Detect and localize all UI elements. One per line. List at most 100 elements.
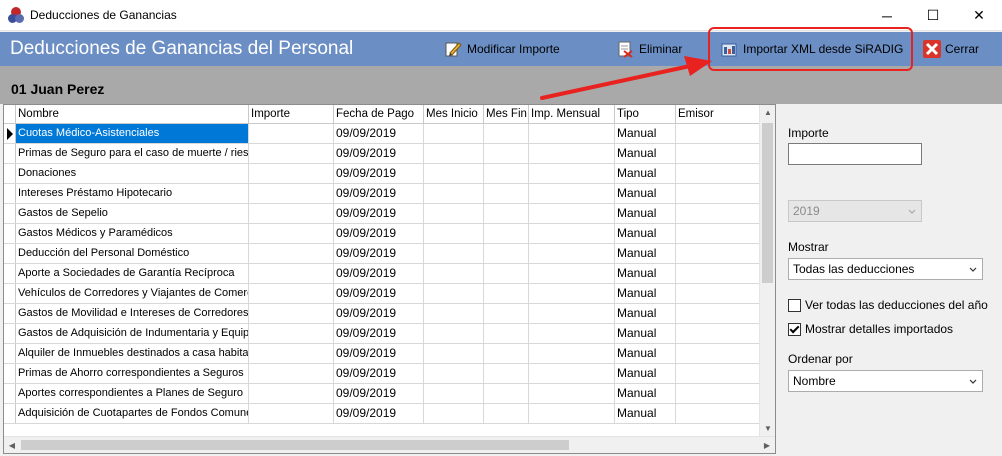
table-row[interactable]: Gastos de Movilidad e Intereses de Corre… — [4, 304, 760, 324]
cell-fecha[interactable]: 09/09/2019 — [334, 244, 424, 263]
cell-tipo[interactable]: Manual — [615, 124, 676, 143]
cell-emisor[interactable] — [676, 264, 760, 283]
cell-mes-inicio[interactable] — [424, 384, 484, 403]
table-row[interactable]: Gastos de Sepelio 09/09/2019 Manual — [4, 204, 760, 224]
cell-imp-mensual[interactable] — [529, 184, 615, 203]
column-header-imp-mensual[interactable]: Imp. Mensual — [529, 105, 615, 124]
table-row[interactable]: Primas de Ahorro correspondientes a Segu… — [4, 364, 760, 384]
cell-importe[interactable] — [249, 404, 334, 423]
horizontal-scrollbar[interactable]: ◀ ▶ — [4, 436, 775, 453]
scroll-down-icon[interactable]: ▼ — [760, 421, 775, 437]
cell-mes-fin[interactable] — [484, 144, 529, 163]
cell-imp-mensual[interactable] — [529, 164, 615, 183]
cell-mes-fin[interactable] — [484, 164, 529, 183]
cell-mes-inicio[interactable] — [424, 344, 484, 363]
cell-mes-fin[interactable] — [484, 304, 529, 323]
cell-emisor[interactable] — [676, 144, 760, 163]
row-header[interactable] — [4, 264, 16, 283]
cell-importe[interactable] — [249, 144, 334, 163]
cell-importe[interactable] — [249, 384, 334, 403]
cell-fecha[interactable]: 09/09/2019 — [334, 144, 424, 163]
column-header-mes-fin[interactable]: Mes Fin — [484, 105, 529, 124]
cell-tipo[interactable]: Manual — [615, 324, 676, 343]
cell-imp-mensual[interactable] — [529, 224, 615, 243]
row-header[interactable] — [4, 224, 16, 243]
cell-nombre[interactable]: Deducción del Personal Doméstico — [16, 244, 249, 263]
row-header[interactable] — [4, 384, 16, 403]
cell-emisor[interactable] — [676, 344, 760, 363]
row-header[interactable] — [4, 244, 16, 263]
vertical-scroll-thumb[interactable] — [762, 123, 773, 283]
cell-mes-inicio[interactable] — [424, 284, 484, 303]
cell-mes-inicio[interactable] — [424, 224, 484, 243]
cell-fecha[interactable]: 09/09/2019 — [334, 284, 424, 303]
cell-tipo[interactable]: Manual — [615, 264, 676, 283]
cell-imp-mensual[interactable] — [529, 304, 615, 323]
cell-mes-inicio[interactable] — [424, 164, 484, 183]
cell-nombre[interactable]: Gastos de Adquisición de Indumentaria y … — [16, 324, 249, 343]
cell-imp-mensual[interactable] — [529, 204, 615, 223]
importe-input[interactable] — [788, 143, 922, 165]
cell-mes-fin[interactable] — [484, 384, 529, 403]
cell-tipo[interactable]: Manual — [615, 404, 676, 423]
cell-imp-mensual[interactable] — [529, 364, 615, 383]
column-header-fecha[interactable]: Fecha de Pago — [334, 105, 424, 124]
cell-fecha[interactable]: 09/09/2019 — [334, 324, 424, 343]
cell-mes-fin[interactable] — [484, 324, 529, 343]
row-header[interactable] — [4, 184, 16, 203]
cell-mes-inicio[interactable] — [424, 244, 484, 263]
scroll-up-icon[interactable]: ▲ — [760, 105, 775, 121]
delete-button[interactable]: Eliminar — [616, 38, 682, 60]
cell-tipo[interactable]: Manual — [615, 224, 676, 243]
cell-fecha[interactable]: 09/09/2019 — [334, 404, 424, 423]
column-header-importe[interactable]: Importe — [249, 105, 334, 124]
cell-mes-fin[interactable] — [484, 344, 529, 363]
column-header-emisor[interactable]: Emisor — [676, 105, 760, 124]
cell-importe[interactable] — [249, 304, 334, 323]
cell-imp-mensual[interactable] — [529, 344, 615, 363]
cell-nombre[interactable]: Donaciones — [16, 164, 249, 183]
cell-importe[interactable] — [249, 184, 334, 203]
cell-nombre[interactable]: Cuotas Médico-Asistenciales — [16, 124, 249, 143]
cell-emisor[interactable] — [676, 304, 760, 323]
cell-mes-inicio[interactable] — [424, 144, 484, 163]
cell-importe[interactable] — [249, 124, 334, 143]
row-header[interactable] — [4, 304, 16, 323]
cell-nombre[interactable]: Aporte a Sociedades de Garantía Recíproc… — [16, 264, 249, 283]
table-row[interactable]: Aportes correspondientes a Planes de Seg… — [4, 384, 760, 404]
cell-fecha[interactable]: 09/09/2019 — [334, 304, 424, 323]
table-row[interactable]: Aporte a Sociedades de Garantía Recíproc… — [4, 264, 760, 284]
row-header[interactable] — [4, 344, 16, 363]
cell-mes-inicio[interactable] — [424, 404, 484, 423]
row-header[interactable] — [4, 124, 16, 143]
cell-imp-mensual[interactable] — [529, 144, 615, 163]
cell-tipo[interactable]: Manual — [615, 384, 676, 403]
cell-nombre[interactable]: Vehículos de Corredores y Viajantes de C… — [16, 284, 249, 303]
cell-nombre[interactable]: Alquiler de Inmuebles destinados a casa … — [16, 344, 249, 363]
cell-tipo[interactable]: Manual — [615, 304, 676, 323]
ordenar-select[interactable]: Nombre — [788, 370, 983, 392]
horizontal-scroll-thumb[interactable] — [21, 440, 569, 450]
cell-fecha[interactable]: 09/09/2019 — [334, 384, 424, 403]
cell-importe[interactable] — [249, 344, 334, 363]
cell-fecha[interactable]: 09/09/2019 — [334, 264, 424, 283]
cell-importe[interactable] — [249, 324, 334, 343]
cell-tipo[interactable]: Manual — [615, 204, 676, 223]
cell-mes-inicio[interactable] — [424, 364, 484, 383]
cell-fecha[interactable]: 09/09/2019 — [334, 364, 424, 383]
cell-importe[interactable] — [249, 264, 334, 283]
cell-imp-mensual[interactable] — [529, 404, 615, 423]
scroll-left-icon[interactable]: ◀ — [4, 437, 20, 453]
cell-importe[interactable] — [249, 164, 334, 183]
table-row[interactable]: Vehículos de Corredores y Viajantes de C… — [4, 284, 760, 304]
maximize-button[interactable]: ☐ — [910, 0, 956, 31]
cell-nombre[interactable]: Gastos de Movilidad e Intereses de Corre… — [16, 304, 249, 323]
table-row[interactable]: Gastos de Adquisición de Indumentaria y … — [4, 324, 760, 344]
cell-mes-fin[interactable] — [484, 124, 529, 143]
table-row[interactable]: Alquiler de Inmuebles destinados a casa … — [4, 344, 760, 364]
vertical-scrollbar[interactable]: ▲ ▼ — [759, 105, 775, 437]
cell-emisor[interactable] — [676, 244, 760, 263]
cell-mes-fin[interactable] — [484, 184, 529, 203]
cell-nombre[interactable]: Adquisición de Cuotapartes de Fondos Com… — [16, 404, 249, 423]
cell-emisor[interactable] — [676, 224, 760, 243]
